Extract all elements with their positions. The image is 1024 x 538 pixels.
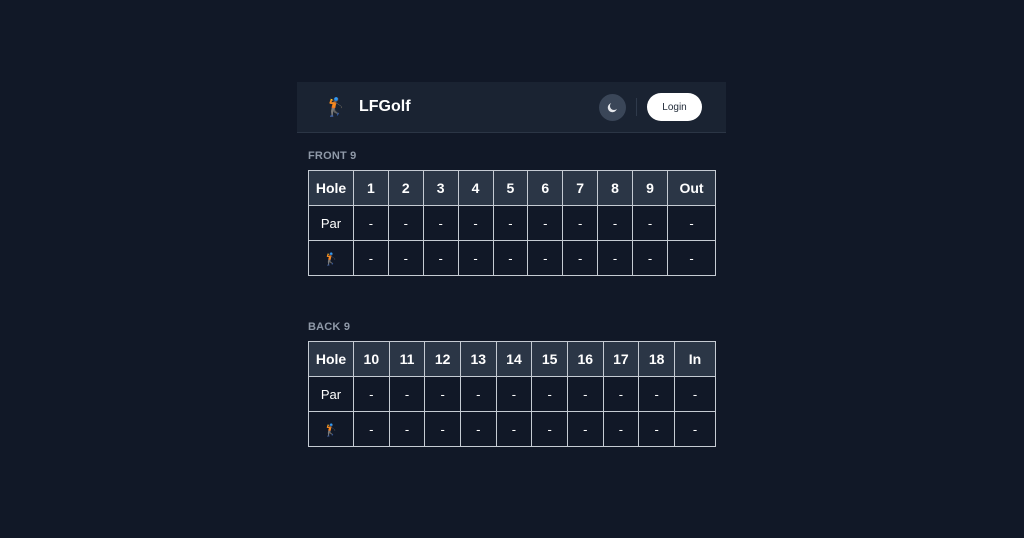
header-cell: 18 <box>638 341 675 377</box>
score-cell[interactable]: - <box>531 411 568 447</box>
par-cell: - <box>632 205 668 241</box>
header-cell: 13 <box>459 341 497 377</box>
score-cell[interactable]: - <box>566 411 604 447</box>
score-cell[interactable]: - <box>387 240 424 276</box>
header-cell: 16 <box>566 341 604 377</box>
brand-title: LFGolf <box>359 98 411 115</box>
par-cell: - <box>566 376 604 412</box>
score-cell[interactable]: - <box>422 240 459 276</box>
golfer-icon: 🏌 <box>323 422 339 437</box>
front-nine-label: FRONT 9 <box>308 150 357 162</box>
header-cell: 11 <box>388 341 426 377</box>
par-cell: - <box>602 376 640 412</box>
login-button[interactable]: Login <box>647 93 702 121</box>
score-cell[interactable]: - <box>562 240 599 276</box>
header-cell: 17 <box>602 341 640 377</box>
score-row: 🏌 - - - - - - - - - - <box>308 411 716 447</box>
header-cell: 1 <box>353 170 389 206</box>
player-cell: 🏌 <box>308 240 354 276</box>
score-row: 🏌 - - - - - - - - - - <box>308 240 716 276</box>
par-row: Par - - - - - - - - - - <box>308 205 716 241</box>
score-cell[interactable]: - <box>424 411 461 447</box>
par-cell: - <box>531 376 568 412</box>
score-cell[interactable]: - <box>353 411 390 447</box>
score-total-cell: - <box>674 411 716 447</box>
back-nine-label: BACK 9 <box>308 321 351 333</box>
par-label: Par <box>308 205 354 241</box>
par-cell: - <box>424 376 461 412</box>
hole-row: Hole 1 2 3 4 5 6 7 8 9 Out <box>308 170 716 206</box>
header-cell: 12 <box>424 341 461 377</box>
front-nine-section: FRONT 9 Hole 1 2 3 4 5 6 7 8 9 Out Par - <box>297 149 726 276</box>
app-container: 🏌 LFGolf Login FRONT 9 Hole 1 2 3 4 5 6 <box>297 82 726 447</box>
header-cell: 9 <box>632 170 668 206</box>
par-cell: - <box>353 376 390 412</box>
score-total-cell: - <box>667 240 716 276</box>
header-cell: 8 <box>597 170 633 206</box>
par-cell: - <box>388 376 426 412</box>
par-label: Par <box>308 376 354 412</box>
score-cell[interactable]: - <box>388 411 426 447</box>
par-cell: - <box>459 376 497 412</box>
header-cell: 15 <box>531 341 568 377</box>
par-row: Par - - - - - - - - - - <box>308 376 716 412</box>
par-cell: - <box>353 205 389 241</box>
theme-toggle-button[interactable] <box>599 93 626 121</box>
score-cell[interactable]: - <box>632 240 668 276</box>
front-nine-scorecard: Hole 1 2 3 4 5 6 7 8 9 Out Par - - - - -… <box>308 170 716 276</box>
score-cell[interactable]: - <box>495 411 533 447</box>
par-cell: - <box>527 205 564 241</box>
header-cell: 2 <box>387 170 424 206</box>
par-cell: - <box>457 205 494 241</box>
par-cell: - <box>387 205 424 241</box>
header-cell: 6 <box>527 170 564 206</box>
par-total-cell: - <box>667 205 716 241</box>
header-cell: 14 <box>495 341 533 377</box>
header-cell: 5 <box>492 170 529 206</box>
golfer-icon: 🏌 <box>323 251 339 266</box>
par-cell: - <box>562 205 599 241</box>
top-header: 🏌 LFGolf Login <box>297 82 726 133</box>
header-cell: 4 <box>457 170 494 206</box>
par-total-cell: - <box>674 376 716 412</box>
score-cell[interactable]: - <box>527 240 564 276</box>
back-nine-section: BACK 9 Hole 10 11 12 13 14 15 16 17 18 I… <box>297 320 726 447</box>
par-cell: - <box>422 205 459 241</box>
score-cell[interactable]: - <box>597 240 633 276</box>
score-cell[interactable]: - <box>602 411 640 447</box>
score-cell[interactable]: - <box>638 411 675 447</box>
score-cell[interactable]: - <box>353 240 389 276</box>
header-cell: 10 <box>353 341 390 377</box>
par-cell: - <box>492 205 529 241</box>
header-divider <box>636 98 637 116</box>
header-cell: 3 <box>422 170 459 206</box>
header-cell: In <box>674 341 716 377</box>
moon-icon <box>607 102 617 112</box>
header-cell: Hole <box>308 341 354 377</box>
back-nine-scorecard: Hole 10 11 12 13 14 15 16 17 18 In Par -… <box>308 341 716 447</box>
par-cell: - <box>495 376 533 412</box>
score-cell[interactable]: - <box>492 240 529 276</box>
score-cell[interactable]: - <box>459 411 497 447</box>
golfer-icon: 🏌 <box>324 97 348 117</box>
header-cell: Hole <box>308 170 354 206</box>
hole-row: Hole 10 11 12 13 14 15 16 17 18 In <box>308 341 716 377</box>
par-cell: - <box>638 376 675 412</box>
par-cell: - <box>597 205 633 241</box>
score-cell[interactable]: - <box>457 240 494 276</box>
header-cell: Out <box>667 170 716 206</box>
player-cell: 🏌 <box>308 411 354 447</box>
header-cell: 7 <box>562 170 599 206</box>
